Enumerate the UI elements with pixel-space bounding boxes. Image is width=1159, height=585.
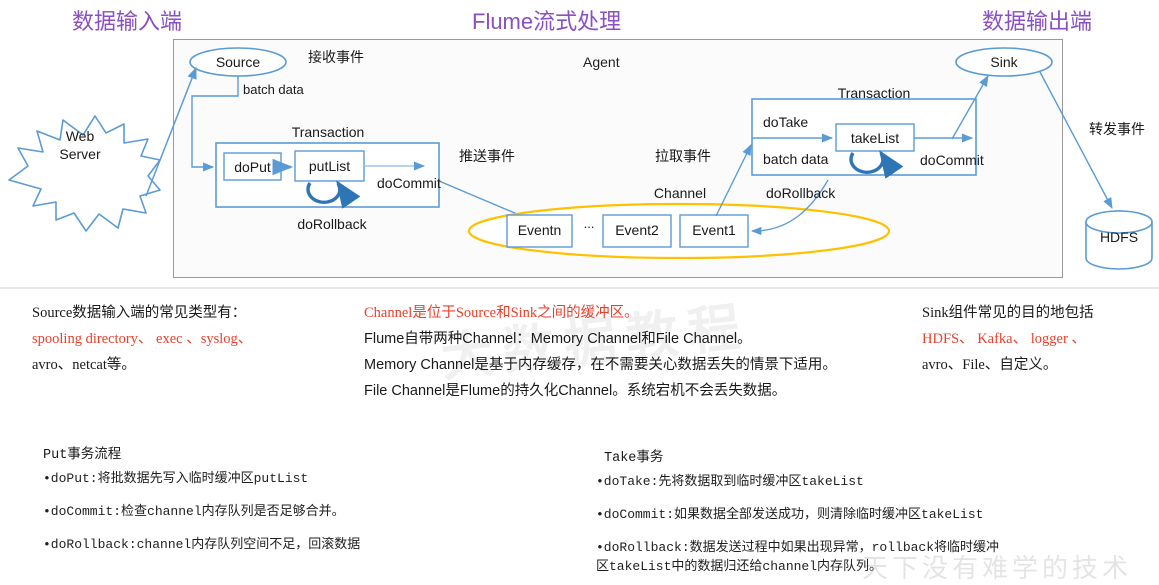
webserver-label-line2: Server [59,146,101,162]
notes-middle: Channel是位于Source和Sink之间的缓冲区。 Flume自带两种Ch… [364,300,909,404]
notes-middle-line3: Memory Channel是基于内存缓存，在不需要关心数据丢失的情景下适用。 [364,357,837,373]
notes-right-line2: HDFS、 Kafka、 logger 、 [922,331,1086,347]
events-ellipsis: ... [583,216,595,231]
page-title-left: 数据输入端 [72,9,183,34]
take-transaction-heading: Take事务 [604,451,664,466]
right-docommit-label: doCommit [920,152,984,168]
channel-label: Channel [653,185,707,201]
take-transaction-item: •doTake:先将数据取到临时缓冲区takeList [596,474,864,489]
doput-label: doPut [234,159,271,175]
sink-label: Sink [990,54,1018,70]
takelist-label: takeList [850,130,900,146]
dotake-label: doTake [763,114,809,130]
push-event-label: 推送事件 [459,148,515,164]
right-batchdata-label: batch data [763,151,829,167]
take-transaction-block: Take事务 •doTake:先将数据取到临时缓冲区takeList •doCo… [596,445,1149,574]
receive-event-label: 接收事件 [308,49,364,65]
notes-left-line2: spooling directory、 exec 、syslog、 [32,331,253,347]
pull-event-label: 拉取事件 [655,148,711,164]
notes-right-line3: avro、File、自定义。 [922,357,1058,373]
notes-left-line3: avro、netcat等。 [32,357,136,373]
left-dorollback-label: doRollback [297,216,367,232]
left-docommit-label: doCommit [377,175,441,191]
page-title-right: 数据输出端 [982,9,1093,34]
notes-middle-line4: File Channel是Flume的持久化Channel。系统宕机不会丢失数据… [364,383,787,399]
notes-right: Sink组件常见的目的地包括 HDFS、 Kafka、 logger 、 avr… [922,300,1154,378]
notes-right-line1: Sink组件常见的目的地包括 [922,305,1094,321]
put-transaction-item: •doRollback:channel内存队列空间不足，回滚数据 [43,537,361,552]
take-transaction-item: •doCommit:如果数据全部发送成功，则清除临时缓冲区takeList [596,507,984,522]
right-transaction-title: Transaction [837,85,911,101]
hdfs-label: HDFS [1099,229,1139,245]
put-transaction-block: Put事务流程 •doPut:将批数据先写入临时缓冲区putList •doCo… [43,442,563,552]
notes-middle-line1: Channel是位于Source和Sink之间的缓冲区。 [364,305,639,321]
agent-label: Agent [583,54,620,70]
right-dorollback-label: doRollback [766,185,836,201]
notes-middle-line2: Flume自带两种Channel：Memory Channel和File Cha… [364,331,752,347]
take-transaction-item: 区takeList中的数据归还给channel内存队列。 [596,559,883,574]
source-label: Source [215,54,261,70]
put-transaction-item: •doPut:将批数据先写入临时缓冲区putList [43,471,309,486]
put-transaction-item: •doCommit:检查channel内存队列是否足够合并。 [43,504,345,519]
putlist-label: putList [308,158,351,174]
webserver-label-line1: Web [65,128,95,144]
page-title-middle: Flume流式处理 [472,9,622,34]
notes-left: Source数据输入端的常见类型有： spooling directory、 e… [32,300,362,378]
forward-event-label: 转发事件 [1089,121,1145,137]
event-label-event2: Event2 [615,222,659,238]
left-transaction-title: Transaction [291,124,365,140]
event-label-event1: Event1 [692,222,736,238]
take-transaction-item: •doRollback:数据发送过程中如果出现异常，rollback将临时缓冲 [596,540,1000,555]
put-transaction-heading: Put事务流程 [43,448,122,463]
notes-left-line1: Source数据输入端的常见类型有： [32,305,247,321]
batch-data-left-label: batch data [243,82,304,97]
event-label-eventn: Eventn [517,222,562,238]
